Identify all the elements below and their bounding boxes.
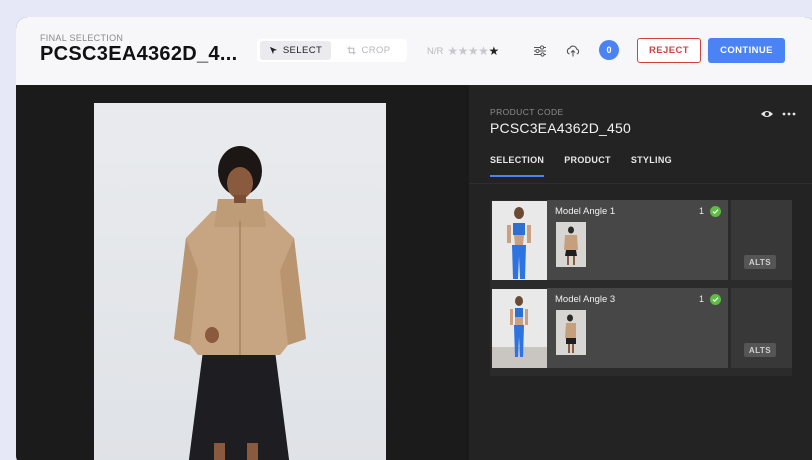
eye-icon[interactable] — [759, 106, 775, 122]
select-tool-label: SELECT — [282, 45, 323, 56]
reject-button[interactable]: REJECT — [637, 38, 701, 63]
alts-cell: ALTS — [731, 288, 792, 368]
upload-icon[interactable] — [563, 41, 583, 61]
product-photo[interactable] — [94, 103, 386, 460]
product-code: PCSC3EA4362D_450 — [490, 120, 631, 136]
page-title: PCSC3EA4362D_4... — [40, 43, 238, 65]
rating-widget[interactable]: N/R ★★★★★ — [427, 44, 499, 58]
check-icon — [710, 206, 721, 217]
alts-button[interactable]: ALTS — [744, 343, 776, 357]
tab-selection[interactable]: SELECTION — [490, 155, 545, 177]
star-icon[interactable]: ★ — [488, 44, 499, 58]
check-icon — [710, 294, 721, 305]
selected-thumbnail[interactable] — [556, 222, 586, 267]
angle-count: 1 — [698, 206, 704, 216]
tab-product[interactable]: PRODUCT — [564, 155, 611, 177]
product-code-label: PRODUCT CODE — [490, 107, 564, 117]
angle-name: Model Angle 1 — [555, 206, 616, 217]
alts-button[interactable]: ALTS — [744, 255, 776, 269]
app-window: FINAL SELECTION PCSC3EA4362D_4... SELECT… — [16, 17, 812, 460]
continue-button[interactable]: CONTINUE — [708, 38, 785, 63]
model-image — [174, 146, 306, 460]
selected-thumbnail[interactable] — [556, 310, 586, 355]
angle-card[interactable]: Model Angle 1 1 — [547, 200, 728, 280]
angle-list: Model Angle 1 1 ALTS Model Angle 3 1 ALT… — [490, 200, 792, 376]
star-icon[interactable]: ★ — [447, 44, 458, 58]
angle-thumbnail[interactable] — [492, 201, 547, 280]
tool-switcher: SELECT CROP — [257, 39, 407, 62]
angle-name: Model Angle 3 — [555, 294, 616, 305]
star-icon[interactable]: ★ — [478, 44, 489, 58]
crop-icon — [347, 46, 357, 55]
angle-row: Model Angle 3 1 ALTS — [490, 288, 792, 370]
notification-badge[interactable]: 0 — [599, 40, 619, 60]
alts-cell: ALTS — [731, 200, 792, 280]
sliders-icon[interactable] — [530, 41, 550, 61]
crop-tool-button[interactable]: CROP — [335, 41, 403, 60]
cursor-icon — [269, 46, 277, 55]
star-icon[interactable]: ★ — [458, 44, 469, 58]
crop-tool-label: CROP — [361, 45, 391, 56]
star-rating[interactable]: ★★★★★ — [447, 44, 499, 58]
angle-count: 1 — [698, 294, 704, 304]
rating-label: N/R — [427, 45, 444, 57]
angle-thumbnail[interactable] — [492, 289, 547, 368]
tab-styling[interactable]: STYLING — [631, 155, 672, 177]
tab-divider — [469, 183, 812, 184]
angle-card[interactable]: Model Angle 3 1 — [547, 288, 728, 368]
more-options-icon[interactable] — [781, 106, 797, 122]
image-canvas[interactable] — [16, 85, 469, 460]
star-icon[interactable]: ★ — [468, 44, 479, 58]
header-subtitle: FINAL SELECTION — [40, 33, 124, 43]
panel-tabs: SELECTION PRODUCT STYLING — [490, 155, 672, 177]
select-tool-button[interactable]: SELECT — [260, 41, 331, 60]
product-panel: PRODUCT CODE PCSC3EA4362D_450 SELECTION … — [469, 85, 812, 460]
top-bar: FINAL SELECTION PCSC3EA4362D_4... SELECT… — [16, 17, 812, 85]
angle-row: Model Angle 1 1 ALTS — [490, 200, 792, 282]
